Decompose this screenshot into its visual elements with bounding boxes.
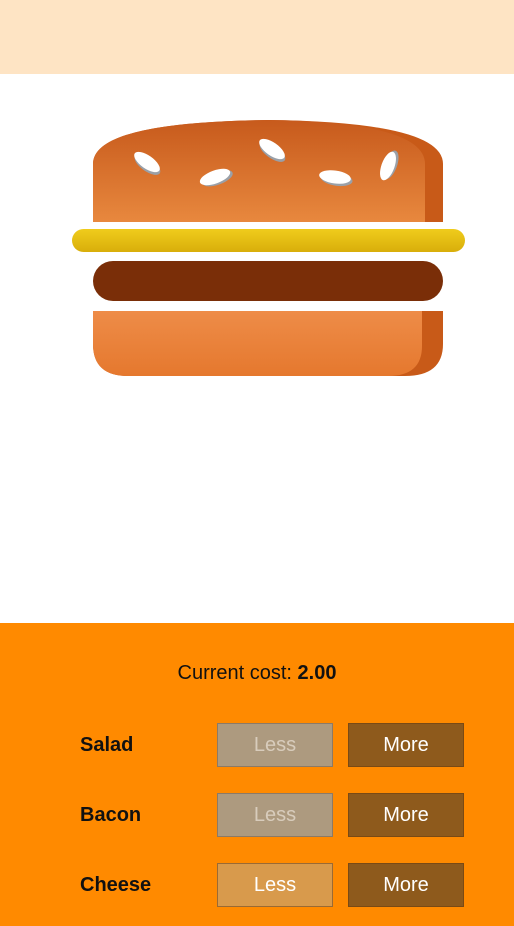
ingredient-row-cheese: Cheese Less More [0,863,514,907]
ingredient-label-bacon: Bacon [80,804,142,826]
bacon-more-button[interactable]: More [348,793,464,837]
salad-more-button[interactable]: More [348,723,464,767]
cheese-layer [72,229,465,252]
cheese-more-button[interactable]: More [348,863,464,907]
top-bun [93,120,443,222]
bacon-less-button[interactable]: Less [217,793,333,837]
ingredient-label-cheese: Cheese [80,874,152,896]
ingredient-row-salad: Salad Less More [0,723,514,767]
cheese-less-button[interactable]: Less [217,863,333,907]
current-cost-label: Current cost: [177,662,298,684]
ingredient-row-bacon: Bacon Less More [0,793,514,837]
controls-panel: Current cost: 2.00 Salad Less More Bacon… [0,623,514,926]
current-cost-value: 2.00 [297,662,337,684]
burger-preview [0,74,514,623]
ingredient-label-salad: Salad [80,734,134,756]
patty-layer [93,261,443,301]
bottom-bun [93,311,443,376]
top-bar [0,0,514,74]
salad-less-button[interactable]: Less [217,723,333,767]
burger-illustration [72,120,465,376]
current-cost: Current cost: 2.00 [0,662,514,685]
